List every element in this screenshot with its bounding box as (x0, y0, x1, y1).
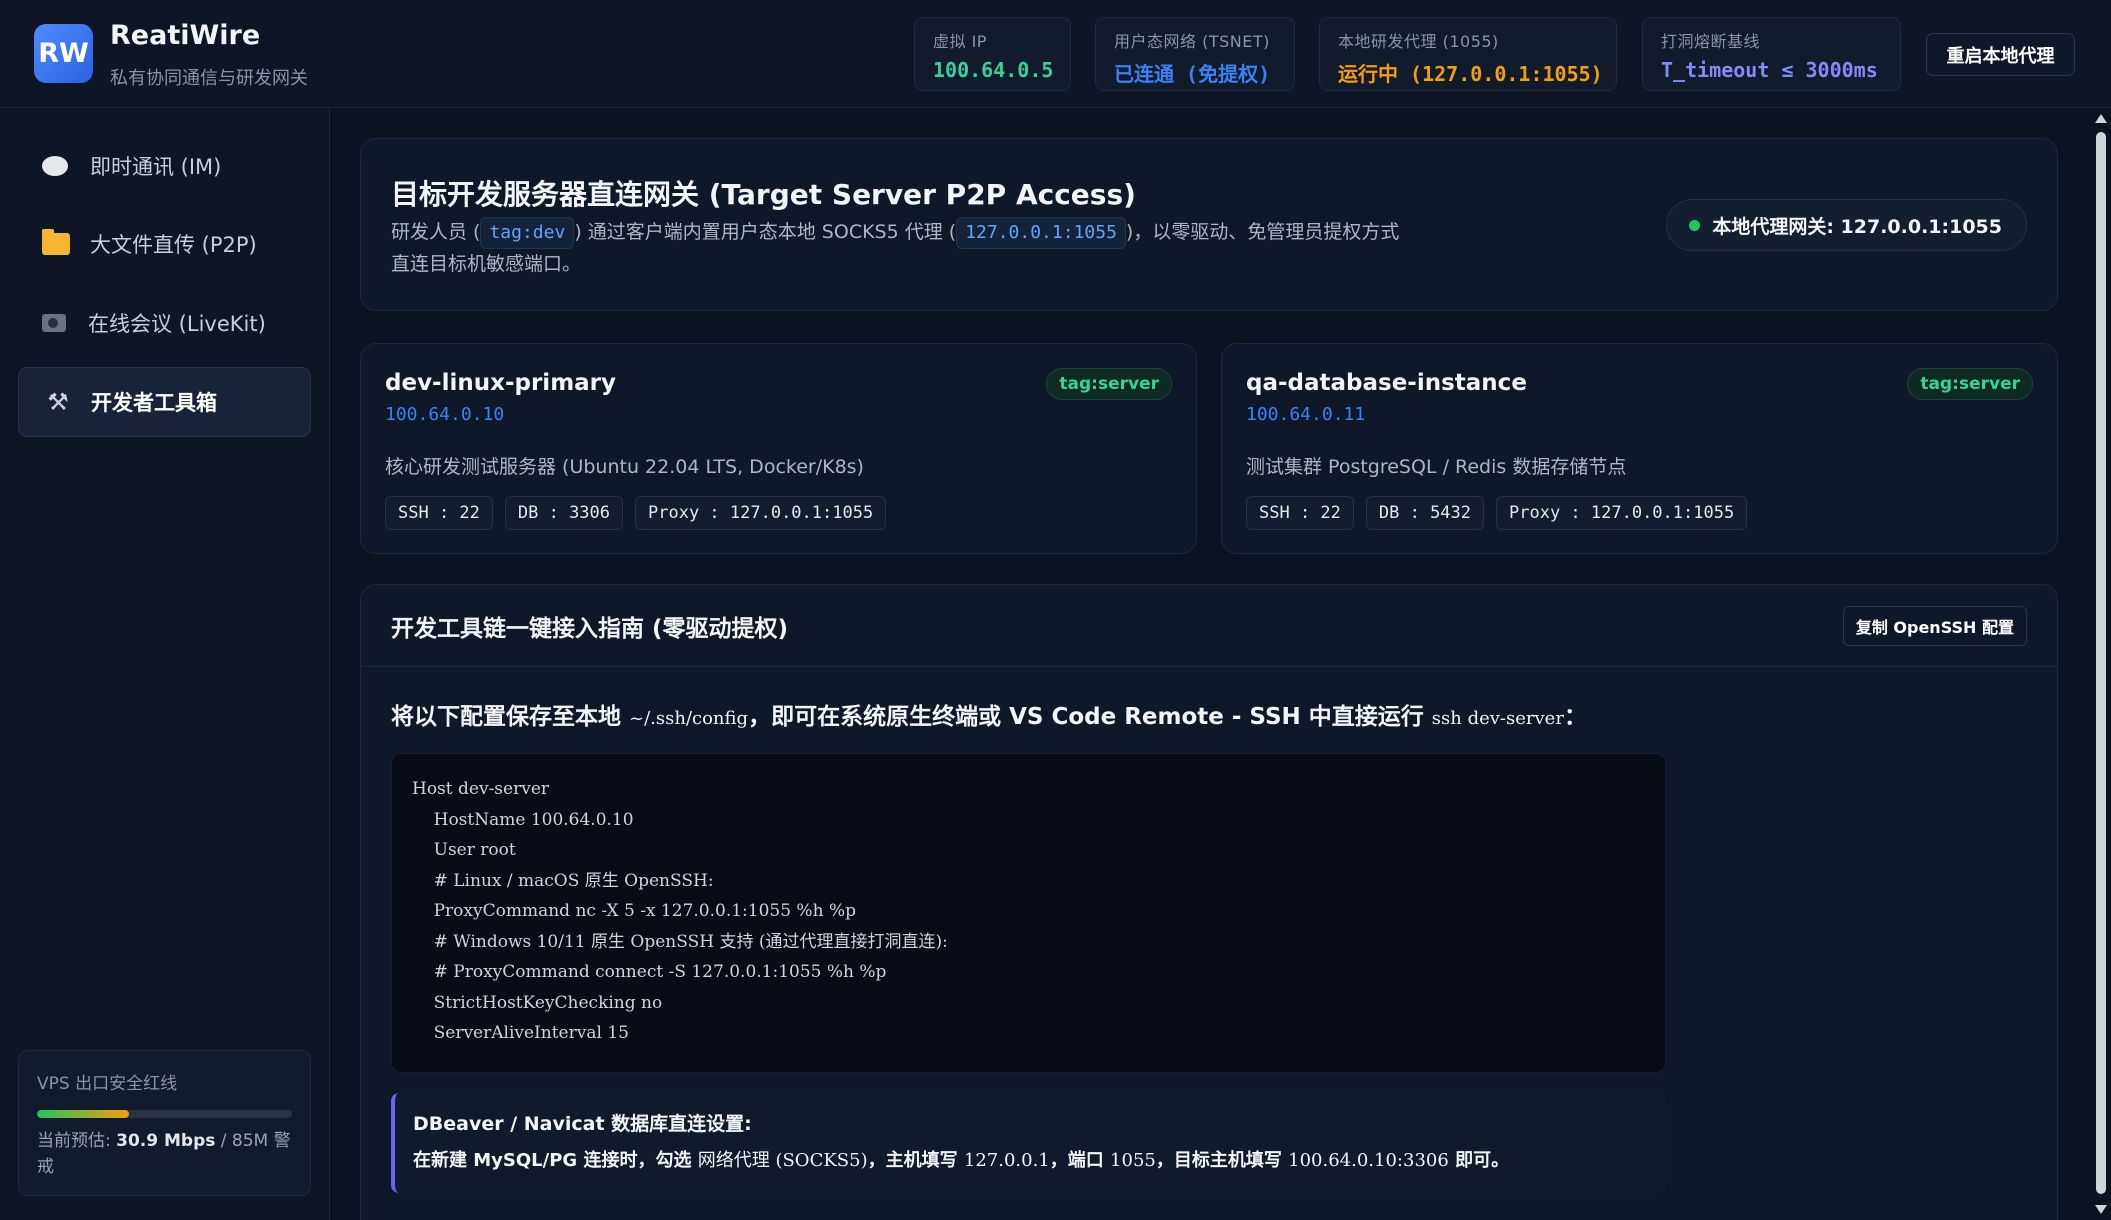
db-note-text: 在新建 MySQL/PG 连接时，勾选 网络代理 (SOCKS5)，主机填写 1… (413, 1146, 1648, 1172)
ssh-command: ssh dev-server (1431, 708, 1564, 729)
server-card[interactable]: qa-database-instance 100.64.0.11 tag:ser… (1221, 343, 2058, 554)
db-host: 127.0.0.1 (963, 1150, 1050, 1171)
chat-bubble-icon (42, 156, 68, 176)
folder-icon (42, 229, 70, 255)
port-proxy: Proxy : 127.0.0.1:1055 (635, 496, 887, 530)
app-name: ReatiWire (110, 20, 261, 51)
db-text: ，目标主机填写 (1155, 1150, 1289, 1171)
tag-chip: tag:dev (480, 217, 575, 249)
server-name: qa-database-instance (1246, 370, 1527, 396)
stat-value: 运行中 (127.0.0.1:1055) (1338, 62, 1603, 86)
port-ssh: SSH : 22 (385, 496, 493, 530)
guide-intro: 将以下配置保存至本地 ~/.ssh/config，即可在系统原生终端或 VS C… (391, 697, 1587, 731)
video-camera-icon (42, 314, 66, 332)
server-ip: 100.64.0.11 (1246, 404, 1366, 425)
port-db: DB : 5432 (1365, 496, 1485, 530)
port-proxy: Proxy : 127.0.0.1:1055 (1496, 496, 1748, 530)
server-tag-badge: tag:server (1907, 368, 2033, 400)
intro-text: 将以下配置保存至本地 (391, 704, 630, 730)
server-tag-badge: tag:server (1046, 368, 1172, 400)
intro-text: ，即可在系统原生终端或 VS Code Remote - SSH 中直接运行 (748, 704, 1432, 730)
vps-estimate-prefix: 当前预估: (37, 1131, 117, 1151)
sidebar-item-label: 开发者工具箱 (91, 391, 217, 415)
page-title: 目标开发服务器直连网关 (Target Server P2P Access) (391, 178, 1136, 211)
sidebar-item-devtools[interactable]: ⚒ 开发者工具箱 (18, 367, 311, 437)
db-target: 100.64.0.10:3306 (1288, 1150, 1449, 1171)
tools-icon: ⚒ (47, 388, 69, 416)
sidebar-item-im[interactable]: 即时通讯 (IM) (18, 131, 311, 201)
top-header: RW ReatiWire 私有协同通信与研发网关 虚拟 IP 100.64.0.… (0, 0, 2111, 108)
sidebar-item-label: 在线会议 (LiveKit) (88, 312, 266, 336)
db-text: ，主机填写 (867, 1150, 964, 1171)
server-description: 核心研发测试服务器 (Ubuntu 22.04 LTS, Docker/K8s) (385, 456, 864, 478)
vps-usage-panel: VPS 出口安全红线 当前预估: 30.9 Mbps / 85M 警戒 (18, 1050, 311, 1196)
scroll-thumb[interactable] (2096, 132, 2106, 1194)
vps-usage-fill (37, 1110, 129, 1118)
stat-label: 打洞熔断基线 (1661, 32, 1761, 51)
guide-header: 开发工具链一键接入指南 (零驱动提权) 复制 OpenSSH 配置 (361, 585, 2057, 667)
port-db: DB : 3306 (504, 496, 624, 530)
app-subtitle: 私有协同通信与研发网关 (110, 68, 308, 89)
sidebar: 即时通讯 (IM) 大文件直传 (P2P) 在线会议 (LiveKit) ⚒ 开… (0, 108, 330, 1220)
db-proxy-option: 网络代理 (SOCKS5) (697, 1150, 868, 1171)
guide-title: 开发工具链一键接入指南 (零驱动提权) (391, 616, 789, 642)
stat-value: 100.64.0.5 (933, 58, 1054, 82)
hero-description: 研发人员 (tag:dev) 通过客户端内置用户态本地 SOCKS5 代理 (1… (391, 217, 1411, 279)
port-list: SSH : 22 DB : 5432 Proxy : 127.0.0.1:105… (1246, 496, 1748, 530)
sidebar-item-meeting[interactable]: 在线会议 (LiveKit) (18, 288, 311, 358)
config-path: ~/.ssh/config (629, 708, 749, 729)
vps-estimate: 当前预估: 30.9 Mbps / 85M 警戒 (37, 1128, 292, 1180)
intro-text: ： (1563, 704, 1587, 730)
desc-text: 研发人员 ( (391, 221, 481, 243)
stat-value: 已连通 (免提权) (1114, 62, 1271, 86)
guide-card: 开发工具链一键接入指南 (零驱动提权) 复制 OpenSSH 配置 将以下配置保… (360, 584, 2058, 1220)
db-connection-note: DBeaver / Navicat 数据库直连设置: 在新建 MySQL/PG … (391, 1093, 1666, 1193)
stat-label: 虚拟 IP (933, 32, 987, 51)
gateway-label: 本地代理网关: 127.0.0.1:1055 (1712, 215, 2002, 238)
vps-usage-bar (37, 1110, 292, 1118)
status-dot-icon (1689, 219, 1701, 231)
sidebar-item-p2p[interactable]: 大文件直传 (P2P) (18, 209, 311, 279)
ssh-config-code-block[interactable]: Host dev-server HostName 100.64.0.10 Use… (391, 753, 1666, 1073)
gateway-status-badge: 本地代理网关: 127.0.0.1:1055 (1666, 199, 2027, 251)
vps-title: VPS 出口安全红线 (37, 1074, 178, 1094)
db-text: 即可。 (1448, 1150, 1510, 1171)
vps-estimate-value: 30.9 Mbps (116, 1131, 216, 1151)
stat-local-proxy: 本地研发代理 (1055) 运行中 (127.0.0.1:1055) (1319, 17, 1617, 91)
server-name: dev-linux-primary (385, 370, 617, 396)
stat-virtual-ip: 虚拟 IP 100.64.0.5 (914, 17, 1071, 91)
stat-value: T_timeout ≤ 3000ms (1661, 58, 1878, 82)
app-logo: RW (34, 24, 93, 83)
scroll-up-arrow-icon[interactable] (2095, 114, 2107, 123)
proxy-address-chip: 127.0.0.1:1055 (956, 217, 1126, 249)
port-ssh: SSH : 22 (1246, 496, 1354, 530)
db-text: ，端口 (1049, 1150, 1111, 1171)
server-ip: 100.64.0.10 (385, 404, 505, 425)
hero-card: 目标开发服务器直连网关 (Target Server P2P Access) 研… (360, 138, 2058, 311)
stat-timeout: 打洞熔断基线 T_timeout ≤ 3000ms (1642, 17, 1901, 91)
server-description: 测试集群 PostgreSQL / Redis 数据存储节点 (1246, 456, 1627, 478)
server-card[interactable]: dev-linux-primary 100.64.0.10 tag:server… (360, 343, 1197, 554)
stat-tsnet: 用户态网络 (TSNET) 已连通 (免提权) (1095, 17, 1295, 91)
copy-openssh-config-button[interactable]: 复制 OpenSSH 配置 (1842, 606, 2027, 646)
sidebar-item-label: 大文件直传 (P2P) (90, 233, 257, 257)
stat-label: 用户态网络 (TSNET) (1114, 32, 1270, 51)
scroll-down-arrow-icon[interactable] (2095, 1205, 2107, 1214)
db-note-title: DBeaver / Navicat 数据库直连设置: (413, 1113, 752, 1135)
desc-text: ) 通过客户端内置用户态本地 SOCKS5 代理 ( (574, 221, 957, 243)
vertical-scrollbar[interactable] (2091, 108, 2111, 1220)
db-port: 1055 (1110, 1150, 1156, 1171)
restart-proxy-button[interactable]: 重启本地代理 (1926, 33, 2075, 76)
stat-label: 本地研发代理 (1055) (1338, 32, 1499, 51)
sidebar-item-label: 即时通讯 (IM) (90, 155, 222, 179)
db-text: 在新建 MySQL/PG 连接时，勾选 (413, 1150, 698, 1171)
port-list: SSH : 22 DB : 3306 Proxy : 127.0.0.1:105… (385, 496, 887, 530)
